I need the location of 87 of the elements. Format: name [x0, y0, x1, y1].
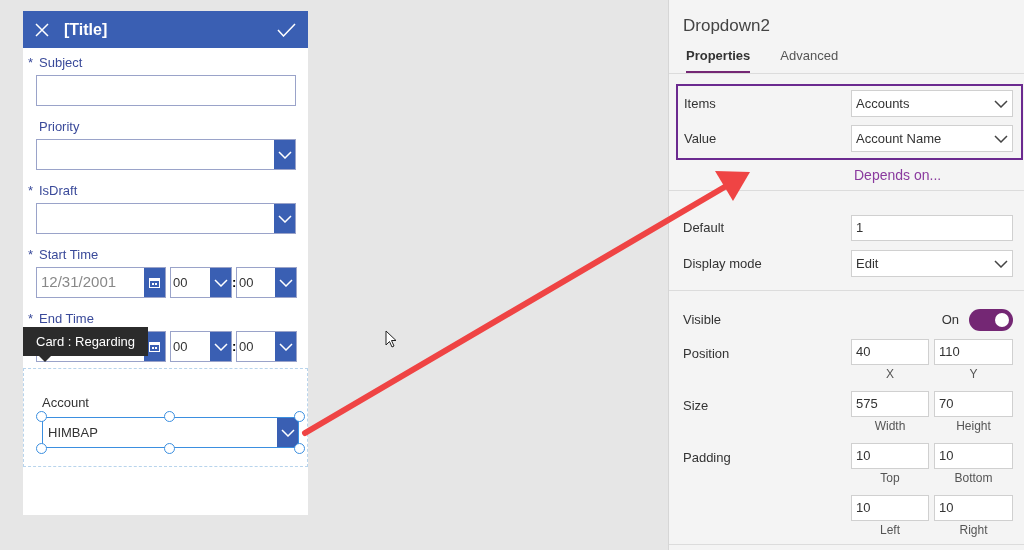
close-icon[interactable] — [35, 22, 49, 37]
number-input[interactable]: 110 — [934, 339, 1013, 365]
chevron-down-icon — [278, 278, 293, 287]
selection-handle[interactable] — [36, 411, 47, 422]
number-input[interactable]: 10 — [851, 495, 929, 521]
chevron-down-icon — [994, 134, 1008, 143]
number-input[interactable]: 40 — [851, 339, 929, 365]
input-caption: X — [886, 366, 894, 383]
required-asterisk: * — [28, 183, 34, 199]
selection-handle[interactable] — [294, 411, 305, 422]
toggle-state: On — [941, 311, 959, 330]
dropdown-button[interactable] — [275, 332, 296, 361]
chevron-down-icon — [994, 99, 1008, 108]
dropdown-field[interactable] — [36, 203, 296, 234]
property-label: Default — [683, 219, 725, 238]
number-input[interactable]: 10 — [934, 443, 1013, 469]
text-input[interactable] — [36, 75, 296, 106]
input-caption: Y — [969, 366, 978, 383]
panel-title: Dropdown2 — [682, 15, 771, 36]
chevron-down-icon — [213, 342, 228, 351]
field-label: End Time — [39, 310, 94, 329]
input-caption: Top — [880, 470, 900, 487]
number-input[interactable]: 10 — [934, 495, 1013, 521]
chevron-down-icon — [278, 342, 293, 351]
property-dropdown[interactable]: Accounts — [851, 90, 1013, 117]
dropdown-button[interactable] — [210, 332, 231, 361]
hour-dropdown[interactable]: 00 — [170, 267, 232, 298]
input-caption: Right — [959, 522, 988, 539]
input-caption: Height — [956, 418, 991, 435]
panel-tab[interactable]: Advanced — [780, 45, 839, 73]
property-label: Position — [683, 345, 730, 363]
account-dropdown[interactable]: HIMBAP — [42, 417, 299, 448]
property-dropdown[interactable]: Account Name — [851, 125, 1013, 152]
chevron-down-icon — [280, 428, 295, 437]
depends-on-link[interactable]: Depends on... — [854, 164, 942, 186]
hour-dropdown[interactable]: 00 — [170, 331, 232, 362]
chevron-down-icon — [277, 214, 292, 223]
field-label: Start Time — [39, 246, 99, 265]
property-label: Padding — [683, 449, 731, 467]
calendar-icon — [149, 341, 160, 352]
dropdown-field[interactable] — [36, 139, 296, 170]
selection-handle[interactable] — [36, 443, 47, 454]
dropdown-button[interactable] — [274, 204, 295, 233]
dropdown-button[interactable] — [210, 268, 231, 297]
minute-dropdown[interactable]: 00 — [236, 267, 297, 298]
selection-handle[interactable] — [294, 443, 305, 454]
property-label: Visible — [683, 311, 722, 330]
account-label: Account — [42, 394, 90, 411]
field-label: Priority — [39, 118, 80, 137]
field-label: IsDraft — [39, 182, 78, 201]
visible-toggle[interactable] — [969, 309, 1013, 331]
calendar-icon — [149, 277, 160, 288]
property-label: Value — [684, 129, 717, 148]
tooltip-pointer — [39, 356, 51, 362]
input-caption: Left — [880, 522, 900, 539]
dropdown-button[interactable] — [277, 418, 298, 447]
selection-handle[interactable] — [164, 443, 175, 454]
date-field[interactable]: 12/31/2001 — [36, 267, 166, 298]
time-separator: : — [232, 340, 236, 353]
dropdown-button[interactable] — [275, 268, 296, 297]
chevron-down-icon — [213, 278, 228, 287]
panel-tab[interactable]: Properties — [686, 45, 751, 73]
required-asterisk: * — [28, 247, 34, 263]
chevron-down-icon — [277, 150, 292, 159]
field-label: Subject — [39, 54, 83, 73]
chevron-down-icon — [994, 259, 1008, 268]
input-caption: Bottom — [954, 470, 993, 487]
time-separator: : — [232, 276, 236, 289]
number-input[interactable]: 1 — [851, 215, 1013, 241]
form-title: [Title] — [64, 19, 108, 40]
mouse-cursor-icon — [385, 330, 397, 348]
tooltip: Card : Regarding — [23, 327, 148, 356]
input-caption: Width — [874, 418, 906, 435]
number-input[interactable]: 575 — [851, 391, 929, 417]
required-asterisk: * — [28, 55, 34, 71]
property-label: Items — [684, 94, 716, 113]
property-dropdown[interactable]: Edit — [851, 250, 1013, 277]
number-input[interactable]: 10 — [851, 443, 929, 469]
required-asterisk: * — [28, 311, 34, 327]
calendar-button[interactable] — [144, 268, 165, 297]
minute-dropdown[interactable]: 00 — [236, 331, 297, 362]
dropdown-button[interactable] — [274, 140, 295, 169]
checkmark-icon[interactable] — [277, 22, 296, 37]
selection-handle[interactable] — [164, 411, 175, 422]
number-input[interactable]: 70 — [934, 391, 1013, 417]
property-label: Display mode — [683, 254, 762, 273]
property-label: Size — [683, 397, 709, 415]
